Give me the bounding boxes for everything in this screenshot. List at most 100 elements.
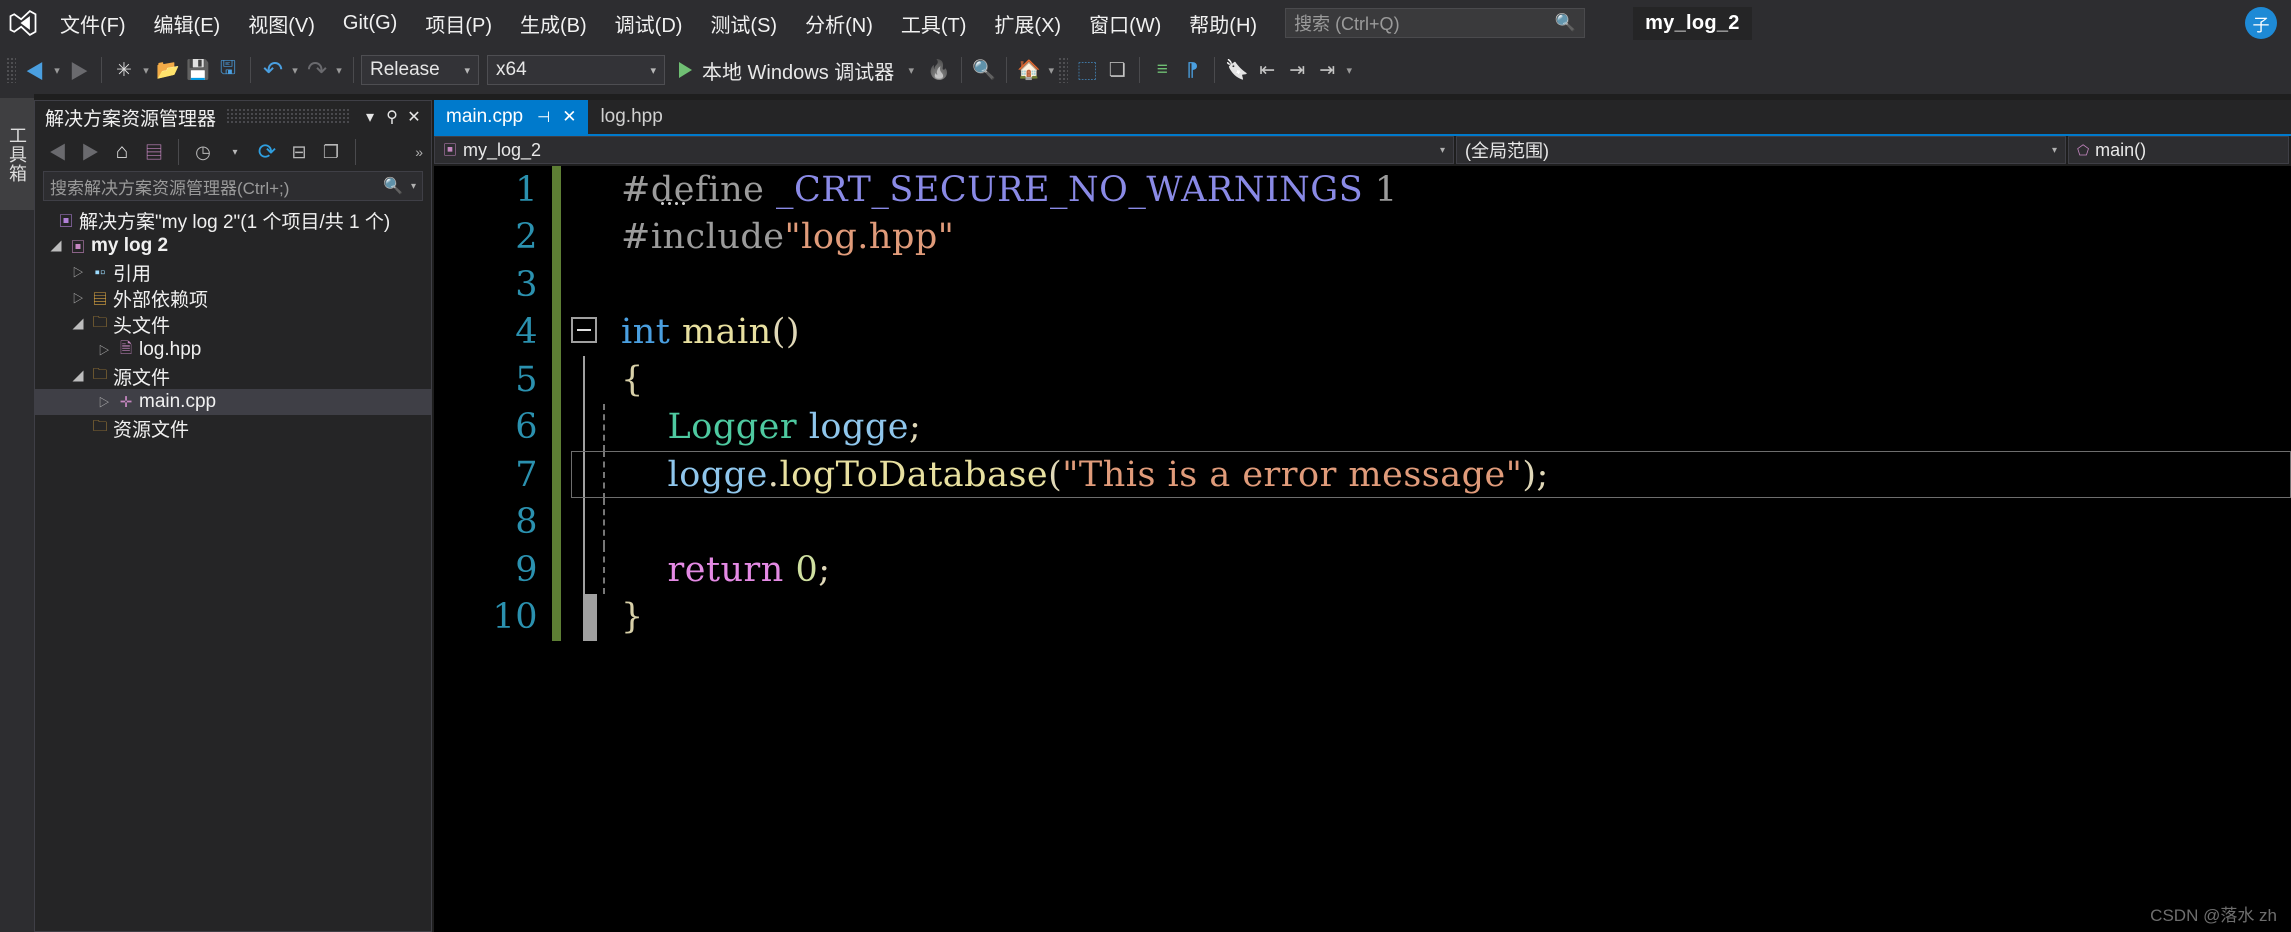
start-debug-caret-icon[interactable]: ▾	[904, 52, 918, 88]
tab-log-hpp[interactable]: log.hpp	[588, 100, 675, 134]
project-badge[interactable]: my_log_2	[1633, 6, 1752, 40]
toolbar-grip[interactable]	[1058, 57, 1069, 83]
menu-item-analyze[interactable]: 分析(N)	[791, 0, 887, 46]
tree-item[interactable]: ▷ ▤ 外部依赖项	[35, 285, 431, 311]
outlining-gutter[interactable]	[561, 261, 621, 309]
panel-drag-handle[interactable]	[226, 109, 349, 125]
toolbar-grip[interactable]	[6, 57, 16, 83]
outlining-gutter[interactable]	[561, 593, 621, 641]
tree-item[interactable]: ▷ ▪▫ 引用	[35, 259, 431, 285]
menu-item-extensions[interactable]: 扩展(X)	[980, 0, 1075, 46]
open-file-icon[interactable]: 📂	[153, 52, 183, 88]
pending-caret-icon[interactable]: ▾	[220, 138, 250, 166]
new-item-icon[interactable]: ✳	[109, 52, 139, 88]
code-line[interactable]: 1 #define _CRT_SECURE_NO_WARNINGS 1	[434, 166, 2291, 214]
save-all-icon[interactable]: 🖫	[213, 52, 243, 88]
menu-item-project[interactable]: 项目(P)	[411, 0, 506, 46]
outlining-gutter[interactable]	[561, 214, 621, 262]
code-line[interactable]: 8	[434, 498, 2291, 546]
bookmark-icon[interactable]: 🔖	[1222, 52, 1252, 88]
outlining-gutter[interactable]	[561, 451, 621, 499]
close-icon[interactable]: ✕	[562, 107, 576, 127]
chevron-expanded-icon[interactable]: ◢	[69, 368, 87, 384]
forward-icon[interactable]: ▶	[75, 138, 105, 166]
indent-increase-icon[interactable]: ≡	[1147, 52, 1177, 88]
menu-item-git[interactable]: Git(G)	[329, 0, 411, 46]
save-icon[interactable]: 💾	[183, 52, 213, 88]
home-icon[interactable]: ⌂	[107, 138, 137, 166]
tree-item[interactable]: ◢ 🗀 头文件	[35, 311, 431, 337]
indent-decrease-icon[interactable]: ⁋	[1177, 52, 1207, 88]
start-debug-button[interactable]: 本地 Windows 调试器 ▾	[673, 52, 924, 88]
undo-icon[interactable]: ↶	[258, 52, 288, 88]
bookmark-next-icon[interactable]: ⇥	[1282, 52, 1312, 88]
code-line[interactable]: 9 return 0;	[434, 546, 2291, 594]
pin-icon[interactable]: ⚲	[381, 107, 403, 127]
back-icon[interactable]: ◀	[43, 138, 73, 166]
tab-main-cpp[interactable]: main.cpp ⊣ ✕	[434, 100, 589, 134]
solution-icon[interactable]: ▤	[139, 138, 169, 166]
outlining-gutter[interactable]	[561, 356, 621, 404]
navigate-back-caret-icon[interactable]: ▾	[50, 52, 64, 88]
solution-platform-select[interactable]: x64 ▾	[487, 55, 665, 85]
outlining-gutter[interactable]	[561, 166, 621, 214]
nav-scope-select[interactable]: (全局范围) ▾	[1456, 136, 2066, 164]
tree-item[interactable]: ▷ ✛ main.cpp	[35, 389, 431, 415]
toolbox-tab[interactable]: 工具箱	[0, 98, 34, 210]
chevron-collapsed-icon[interactable]: ▷	[95, 394, 113, 410]
close-icon[interactable]: ✕	[403, 107, 425, 127]
pin-icon[interactable]: ⊣	[537, 108, 550, 126]
toolbar-overflow-icon[interactable]: ▾	[1342, 52, 1356, 88]
menu-item-tools[interactable]: 工具(T)	[887, 0, 981, 46]
tree-item[interactable]: ◢ ▣ my log 2	[35, 233, 431, 259]
menu-item-help[interactable]: 帮助(H)	[1175, 0, 1271, 46]
outlining-gutter[interactable]	[561, 546, 621, 594]
chevron-collapsed-icon[interactable]: ▷	[69, 290, 87, 306]
chevron-down-icon[interactable]: ▾	[359, 107, 381, 127]
collapse-region-icon[interactable]	[571, 316, 597, 343]
code-editor-surface[interactable]: 1 #define _CRT_SECURE_NO_WARNINGS 1 2 #incl…	[434, 166, 2291, 932]
find-in-files-icon[interactable]: 🔍	[969, 52, 999, 88]
chevron-expanded-icon[interactable]: ◢	[69, 316, 87, 332]
chevron-expanded-icon[interactable]: ◢	[47, 238, 65, 254]
properties-icon[interactable]: ❐	[316, 138, 346, 166]
solution-configuration-select[interactable]: Release ▾	[361, 55, 479, 85]
new-item-caret-icon[interactable]: ▾	[139, 52, 153, 88]
menu-item-debug[interactable]: 调试(D)	[601, 0, 697, 46]
tree-item[interactable]: 🗀 资源文件	[35, 415, 431, 441]
outlining-gutter[interactable]	[561, 309, 621, 357]
solution-explorer-search-input[interactable]: 搜索解决方案资源管理器(Ctrl+;) 🔍 ▾	[43, 171, 423, 201]
collapse-all-icon[interactable]: ⊟	[284, 138, 314, 166]
chevron-collapsed-icon[interactable]: ▷	[95, 342, 113, 358]
code-line[interactable]: 2 #include"log.hpp"	[434, 213, 2291, 262]
code-line[interactable]: 5{	[434, 356, 2291, 404]
pending-changes-icon[interactable]: ◷	[188, 138, 218, 166]
bookmark-prev-icon[interactable]: ⇤	[1252, 52, 1282, 88]
solution-explorer-overflow-icon[interactable]: »	[415, 144, 423, 160]
redo-caret-icon[interactable]: ▾	[332, 52, 346, 88]
home-caret-icon[interactable]: ▾	[1044, 52, 1058, 88]
select-element-icon[interactable]: ⬚	[1072, 52, 1102, 88]
home-icon[interactable]: 🏠	[1014, 52, 1044, 88]
code-line[interactable]: 3	[434, 261, 2291, 309]
outlining-gutter[interactable]	[561, 403, 621, 451]
navigate-back-icon[interactable]: ◀	[20, 52, 50, 88]
code-line[interactable]: 7 logge.logToDatabase("This is a error m…	[434, 451, 2291, 499]
menu-item-build[interactable]: 生成(B)	[506, 0, 601, 46]
outlining-gutter[interactable]	[561, 498, 621, 546]
code-line[interactable]: 4 int main()	[434, 308, 2291, 357]
code-line[interactable]: 10}	[434, 593, 2291, 641]
menu-item-file[interactable]: 文件(F)	[46, 0, 140, 46]
navigate-forward-icon[interactable]: ▶	[64, 52, 94, 88]
nav-project-select[interactable]: ▣ my_log_2 ▾	[434, 136, 1454, 164]
tree-item[interactable]: ◢ 🗀 源文件	[35, 363, 431, 389]
nav-member-select[interactable]: ⬠ main()	[2068, 136, 2289, 164]
tree-item[interactable]: ▣ 解决方案"my log 2"(1 个项目/共 1 个)	[35, 207, 431, 233]
menu-item-edit[interactable]: 编辑(E)	[140, 0, 235, 46]
menu-item-view[interactable]: 视图(V)	[234, 0, 329, 46]
tree-item[interactable]: ▷ 🗎 log.hpp	[35, 337, 431, 363]
undo-caret-icon[interactable]: ▾	[288, 52, 302, 88]
hot-reload-icon[interactable]: 🔥	[924, 52, 954, 88]
global-search-input[interactable]: 搜索 (Ctrl+Q) 🔍	[1285, 8, 1586, 38]
avatar[interactable]: 子	[2245, 7, 2277, 39]
